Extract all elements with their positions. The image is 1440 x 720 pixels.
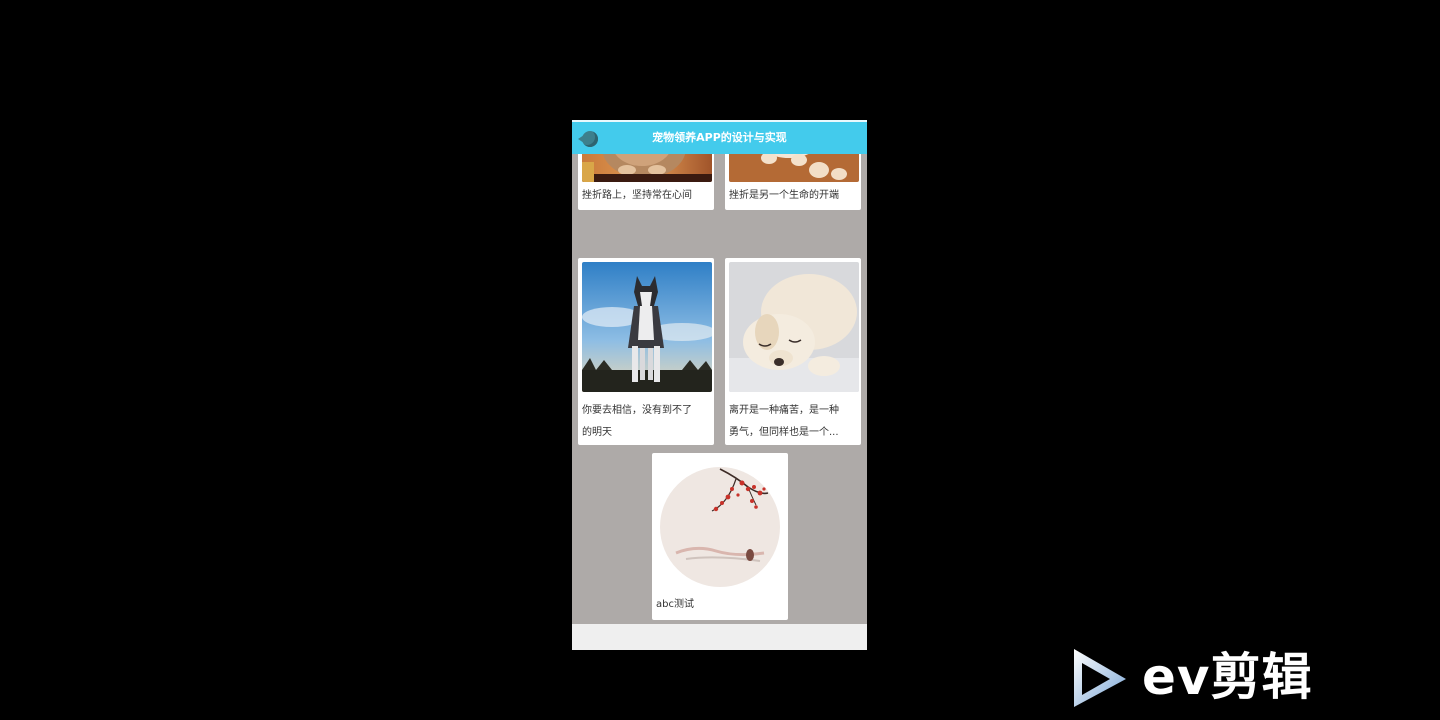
pet-card[interactable]: 离开是一种痛苦，是一种 勇气，但同样也是一个... [725,258,861,445]
phone-screen: 宠物领养APP的设计与实现 挫折路上，坚持常在心间 挫折是另一个生命的开端 你要… [572,120,867,650]
card-caption: 挫折是另一个生命的开端 [729,190,839,201]
ev-watermark: ev剪辑 [1068,645,1338,711]
sleeping-puppy-image [729,262,859,392]
app-header: 宠物领养APP的设计与实现 [572,122,867,154]
pet-card[interactable]: 挫折路上，坚持常在心间 [578,154,714,210]
card-caption: 你要去相信，没有到不了 的明天 [582,405,692,438]
puppy-on-log-image [729,154,859,182]
card-caption: abc测试 [656,599,694,610]
plum-blossom-painting-image [656,457,784,587]
page-title: 宠物领养APP的设计与实现 [652,131,787,144]
husky-dog-image [582,262,712,392]
pet-card[interactable]: 你要去相信，没有到不了 的明天 [578,258,714,445]
cat-sitting-image [582,154,712,182]
watermark-text: ev剪辑 [1142,648,1313,706]
pet-list[interactable]: 挫折路上，坚持常在心间 挫折是另一个生命的开端 你要去相信，没有到不了 的明天 … [572,154,867,624]
card-caption: 离开是一种痛苦，是一种 勇气，但同样也是一个... [729,405,839,438]
pet-card[interactable]: abc测试 [652,453,788,620]
pet-card[interactable]: 挫折是另一个生命的开端 [725,154,861,210]
bottom-bar [572,624,867,650]
card-caption: 挫折路上，坚持常在心间 [582,190,692,201]
play-logo-icon [1074,649,1126,707]
